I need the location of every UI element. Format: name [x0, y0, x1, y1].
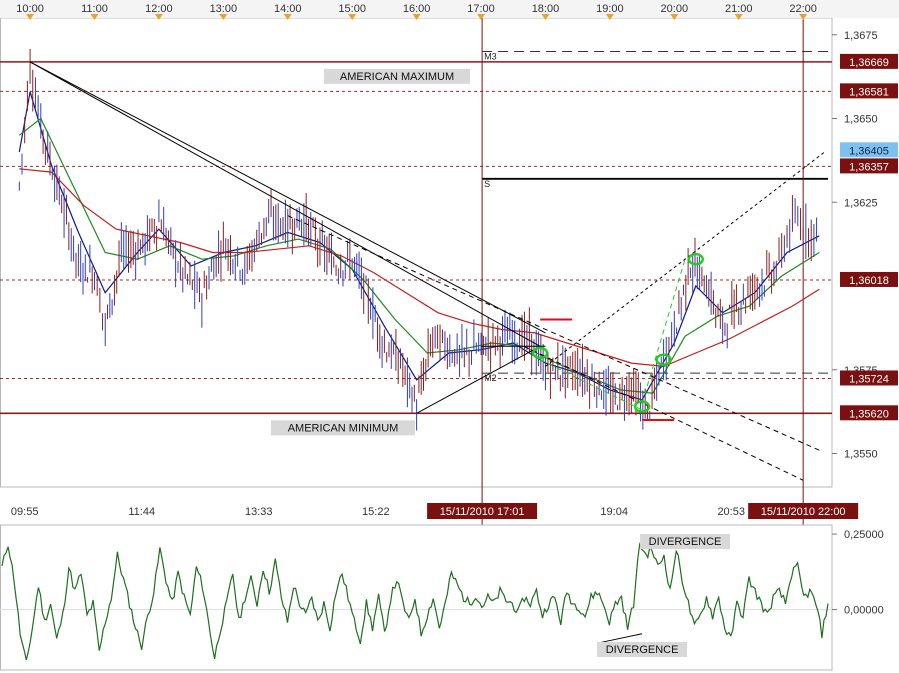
- bottom-time-label: 09:55: [11, 506, 39, 518]
- top-time-label: 22:00: [789, 3, 817, 15]
- top-time-label: 17:00: [467, 3, 495, 15]
- price-tick-label: 1,3625: [844, 197, 878, 209]
- price-tick-label: 1,3650: [844, 114, 878, 126]
- price-value-label: 1,36357: [849, 161, 889, 173]
- bottom-time-label: 11:44: [128, 506, 155, 518]
- bottom-time-label: 13:33: [245, 506, 273, 518]
- price-tick-label: 1,3550: [844, 449, 878, 461]
- top-time-label: 18:00: [532, 3, 560, 15]
- top-time-label: 13:00: [210, 3, 238, 15]
- price-value-label: 1,36669: [849, 57, 889, 69]
- pivot-label: M3: [484, 52, 497, 62]
- top-time-label: 16:00: [403, 3, 431, 15]
- price-value-label: 1,36018: [849, 275, 889, 287]
- price-tick-label: 1,3675: [844, 30, 878, 42]
- top-time-label: 12:00: [145, 3, 173, 15]
- cursor-time-label: 15/11/2010 22:00: [761, 506, 846, 518]
- pivot-label: S: [484, 179, 490, 189]
- top-time-label: 15:00: [338, 3, 366, 15]
- top-time-label: 10:00: [16, 3, 44, 15]
- top-time-label: 11:00: [81, 3, 108, 15]
- price-value-label: 1,36405: [849, 145, 889, 157]
- bottom-time-label: 15:22: [362, 506, 390, 518]
- chart-root: AMERICAN MAXIMUM AMERICAN MINIMUM M3 S M2 DI…: [0, 0, 899, 673]
- bottom-time-label: 19:04: [600, 506, 628, 518]
- level-tag: AMERICAN MAXIMUM: [340, 71, 454, 83]
- price-value-label: 1,35724: [849, 373, 889, 385]
- cursor-time-label: 15/11/2010 17:01: [440, 506, 525, 518]
- price-value-label: 1,36581: [849, 86, 889, 98]
- oscillator-tick-label: 0,25000: [844, 529, 884, 541]
- price-value-label: 1,35620: [849, 408, 889, 420]
- top-time-label: 14:00: [274, 3, 302, 15]
- divergence-tag: DIVERGENCE: [606, 644, 679, 656]
- bottom-time-label: 20:53: [717, 506, 745, 518]
- top-time-label: 19:00: [596, 3, 624, 15]
- top-time-label: 21:00: [725, 3, 753, 15]
- oscillator-tick-label: 0,00000: [844, 605, 884, 617]
- divergence-tag: DIVERGENCE: [649, 536, 722, 548]
- indicator-panel: DIVERGENCE DIVERGENCE: [0, 524, 833, 671]
- pivot-label: M2: [484, 373, 497, 383]
- top-time-label: 20:00: [661, 3, 689, 15]
- level-tag: AMERICAN MINIMUM: [288, 422, 399, 434]
- top-time-axis-band: [0, 0, 899, 18]
